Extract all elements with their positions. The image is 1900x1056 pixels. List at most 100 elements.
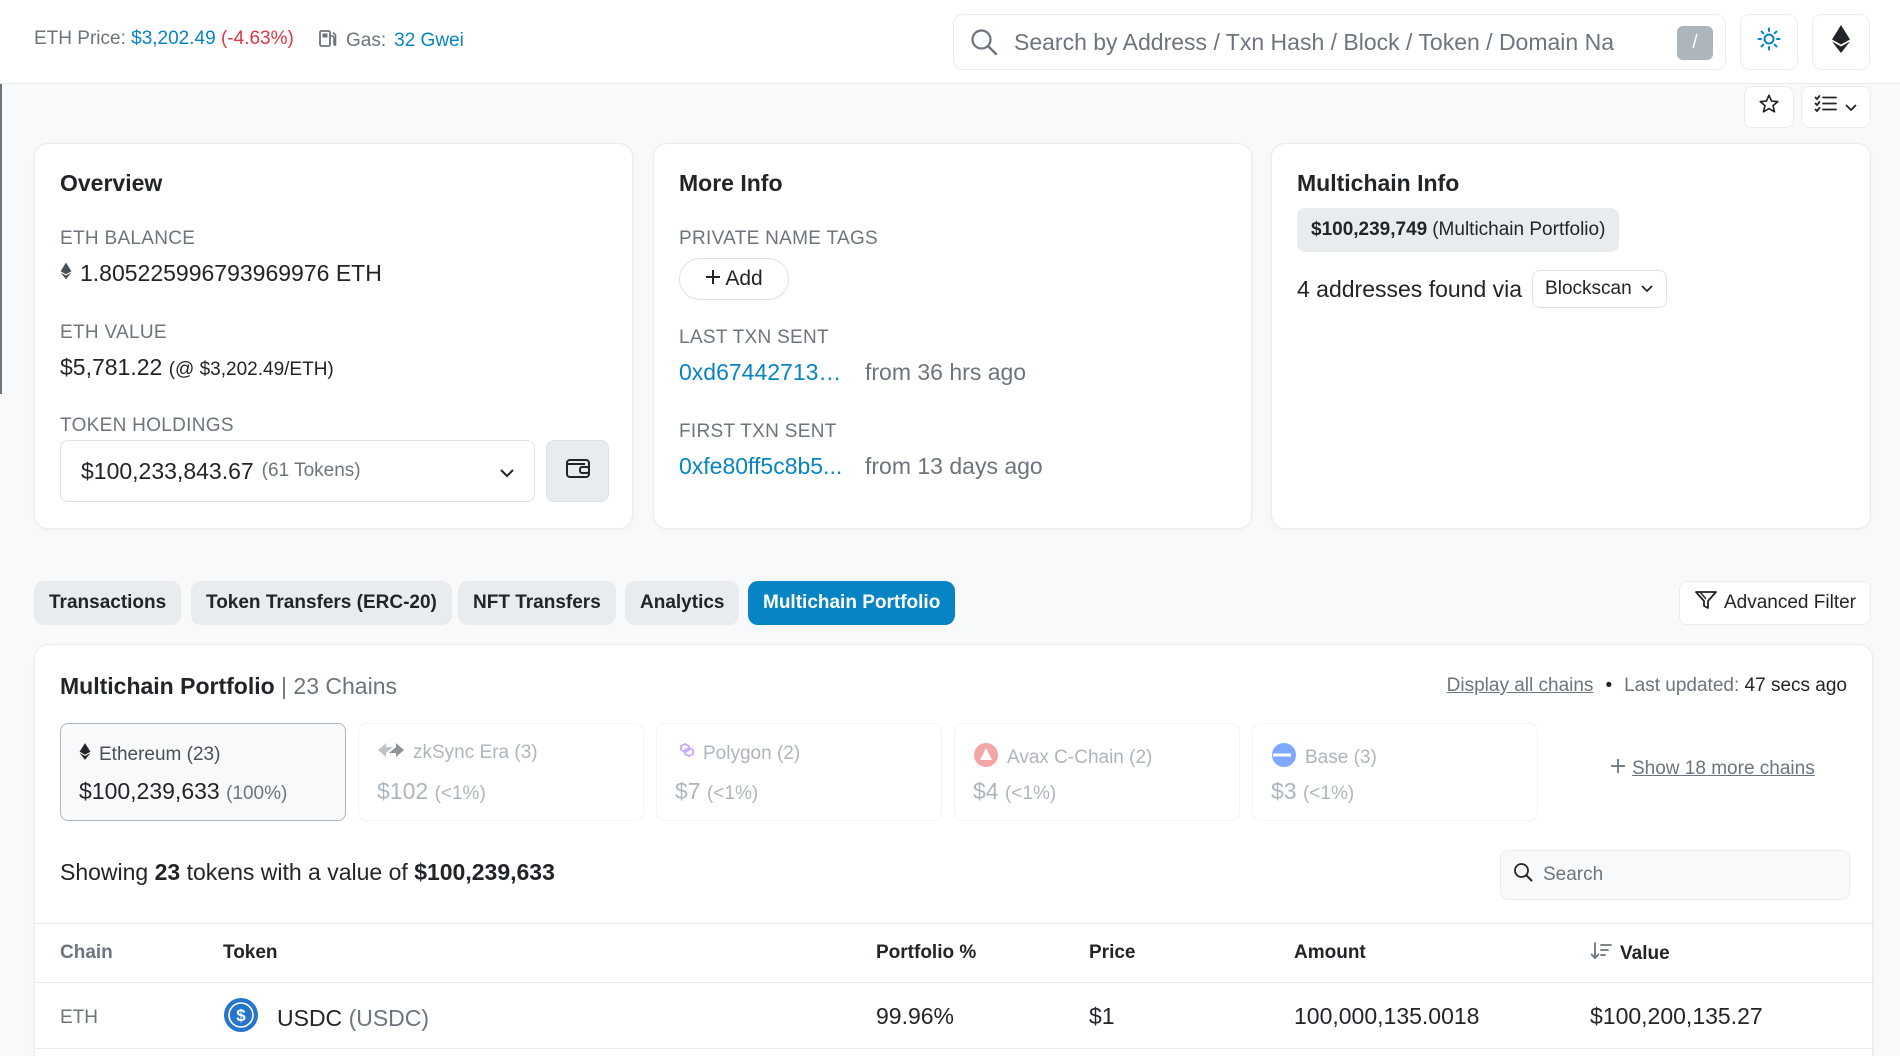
- sort-descending-icon: [1590, 942, 1612, 966]
- row-amount: 100,000,135.0018: [1294, 1003, 1480, 1029]
- zksync-icon: [377, 742, 405, 764]
- addresses-found: 4 addresses found via Blockscan: [1297, 270, 1667, 308]
- chain-card-ethereum[interactable]: Ethereum (23) $100,239,633 (100%): [60, 723, 346, 821]
- gas-price: Gas: 32 Gwei: [318, 28, 464, 54]
- chain-value-pct: (100%): [226, 783, 288, 804]
- table-header: Chain Token Portfolio % Price Amount Val…: [35, 923, 1874, 983]
- token-search[interactable]: [1500, 850, 1850, 900]
- chain-value: $100,239,633 (100%): [79, 778, 287, 805]
- chevron-down-icon: [1844, 95, 1858, 119]
- chain-value: $7 (<1%): [675, 778, 758, 805]
- star-icon: [1758, 93, 1780, 121]
- top-header: ETH Price: $3,202.49 (-4.63%) Gas: 32 Gw…: [0, 0, 1900, 84]
- more-info-title: More Info: [679, 170, 783, 196]
- chevron-down-icon: [498, 461, 516, 488]
- tab-transactions[interactable]: Transactions: [34, 581, 182, 625]
- polygon-icon: [675, 742, 695, 766]
- chain-value-pct: (<1%): [706, 783, 759, 804]
- multichain-portfolio-badge[interactable]: $100,239,749 (Multichain Portfolio): [1297, 208, 1620, 252]
- token-holdings-value: $100,233,843.67: [81, 457, 254, 484]
- more-info-card: More Info PRIVATE NAME TAGS Add LAST TXN…: [653, 143, 1252, 529]
- first-txn-hash-link[interactable]: 0xfe80ff5c8b5...: [679, 453, 849, 480]
- base-icon: [1271, 742, 1297, 774]
- blockscan-dropdown[interactable]: Blockscan: [1532, 270, 1667, 308]
- chevron-down-icon: [1640, 278, 1654, 300]
- row-price: $1: [1089, 1003, 1115, 1029]
- tab-analytics[interactable]: Analytics: [625, 581, 740, 625]
- add-tag-button[interactable]: Add: [679, 258, 789, 300]
- token-name: USDC (USDC): [277, 1005, 429, 1032]
- show-more-chains-link[interactable]: Show 18 more chains: [1610, 758, 1815, 780]
- token-name-text: USDC: [277, 1004, 343, 1031]
- list-menu-button[interactable]: [1801, 86, 1871, 128]
- svg-text:$: $: [236, 1006, 246, 1025]
- chain-value-pct: (<1%): [434, 783, 486, 804]
- tab-token-transfers[interactable]: Token Transfers (ERC-20): [191, 581, 452, 625]
- chain-name: zkSync Era (3): [377, 742, 538, 764]
- chain-name-text: zkSync Era (3): [413, 742, 538, 763]
- bullet-separator: •: [1605, 675, 1613, 696]
- page-left-rule: [0, 84, 2, 394]
- column-token: Token: [223, 942, 278, 963]
- showing-summary: Showing 23 tokens with a value of $100,2…: [60, 859, 555, 886]
- list-check-icon: [1814, 94, 1838, 120]
- row-token[interactable]: $ USDC (USDC): [223, 997, 429, 1039]
- add-tag-label: Add: [725, 267, 763, 290]
- last-txn-hash-link[interactable]: 0xd67442713a...: [679, 359, 849, 386]
- global-search-input[interactable]: [1014, 28, 1614, 56]
- last-txn-time: from 36 hrs ago: [865, 359, 1027, 385]
- advanced-filter-button[interactable]: Advanced Filter: [1679, 581, 1871, 625]
- chain-value: $4 (<1%): [973, 778, 1056, 805]
- multichain-portfolio-card: Multichain Portfolio | 23 Chains Display…: [34, 644, 1874, 1056]
- show-more-chains-label: Show 18 more chains: [1632, 758, 1815, 779]
- portfolio-meta: Display all chains • Last updated: 47 se…: [1447, 675, 1847, 697]
- showing-prefix: Showing: [60, 859, 149, 885]
- network-switch-button[interactable]: [1812, 14, 1870, 70]
- portfolio-title-text: Multichain Portfolio: [60, 673, 275, 699]
- token-holdings-dropdown[interactable]: $100,233,843.67 (61 Tokens): [60, 440, 535, 502]
- wallet-icon: [565, 456, 591, 486]
- chain-value-amount: $3: [1271, 778, 1297, 804]
- eth-price-value[interactable]: $3,202.49: [131, 28, 216, 49]
- eth-value-amount: $5,781.22: [60, 354, 163, 380]
- portfolio-chains-count: | 23 Chains: [281, 673, 397, 699]
- chain-name: Base (3): [1271, 742, 1377, 774]
- addresses-found-text: 4 addresses found via: [1297, 275, 1523, 302]
- chain-name-text: Avax C-Chain (2): [1007, 747, 1153, 768]
- first-txn-time: from 13 days ago: [865, 453, 1043, 479]
- display-all-chains-link[interactable]: Display all chains: [1447, 675, 1594, 697]
- last-updated: Last updated: 47 secs ago: [1624, 675, 1847, 697]
- eth-value: $5,781.22 (@ $3,202.49/ETH): [60, 354, 334, 381]
- column-value[interactable]: Value: [1590, 942, 1670, 966]
- theme-toggle-button[interactable]: [1740, 14, 1798, 70]
- plus-icon: [1610, 758, 1626, 780]
- multichain-info-title: Multichain Info: [1297, 170, 1460, 196]
- chain-card-base[interactable]: Base (3) $3 (<1%): [1252, 723, 1538, 821]
- filter-icon: [1694, 590, 1718, 616]
- column-amount: Amount: [1294, 942, 1366, 963]
- eth-price-label: ETH Price:: [34, 28, 126, 49]
- showing-count: 23: [154, 859, 181, 885]
- showing-value: $100,239,633: [414, 859, 555, 885]
- last-txn: 0xd67442713a... from 36 hrs ago: [679, 359, 1026, 386]
- tab-nft-transfers[interactable]: NFT Transfers: [458, 581, 616, 625]
- chain-card-avalanche[interactable]: Avax C-Chain (2) $4 (<1%): [954, 723, 1240, 821]
- eth-value-label: ETH VALUE: [60, 322, 167, 343]
- chain-card-polygon[interactable]: Polygon (2) $7 (<1%): [656, 723, 942, 821]
- chain-card-zksync[interactable]: zkSync Era (3) $102 (<1%): [358, 723, 644, 821]
- wallet-button[interactable]: [546, 440, 609, 502]
- gas-value[interactable]: 32 Gwei: [394, 30, 464, 52]
- column-price: Price: [1089, 942, 1136, 963]
- tab-multichain-portfolio[interactable]: Multichain Portfolio: [748, 581, 956, 625]
- token-symbol: (USDC): [348, 1004, 430, 1031]
- chain-value: $3 (<1%): [1271, 778, 1354, 805]
- eth-price: ETH Price: $3,202.49 (-4.63%): [34, 28, 294, 50]
- overview-card: Overview ETH BALANCE 1.80522599679396997…: [34, 143, 633, 529]
- last-updated-label: Last updated:: [1624, 675, 1740, 696]
- favorite-button[interactable]: [1744, 86, 1794, 128]
- global-search[interactable]: /: [953, 14, 1726, 70]
- sun-icon: [1757, 27, 1781, 57]
- search-icon: [1513, 862, 1533, 888]
- token-search-input[interactable]: [1543, 864, 1823, 886]
- search-shortcut-key: /: [1677, 26, 1713, 60]
